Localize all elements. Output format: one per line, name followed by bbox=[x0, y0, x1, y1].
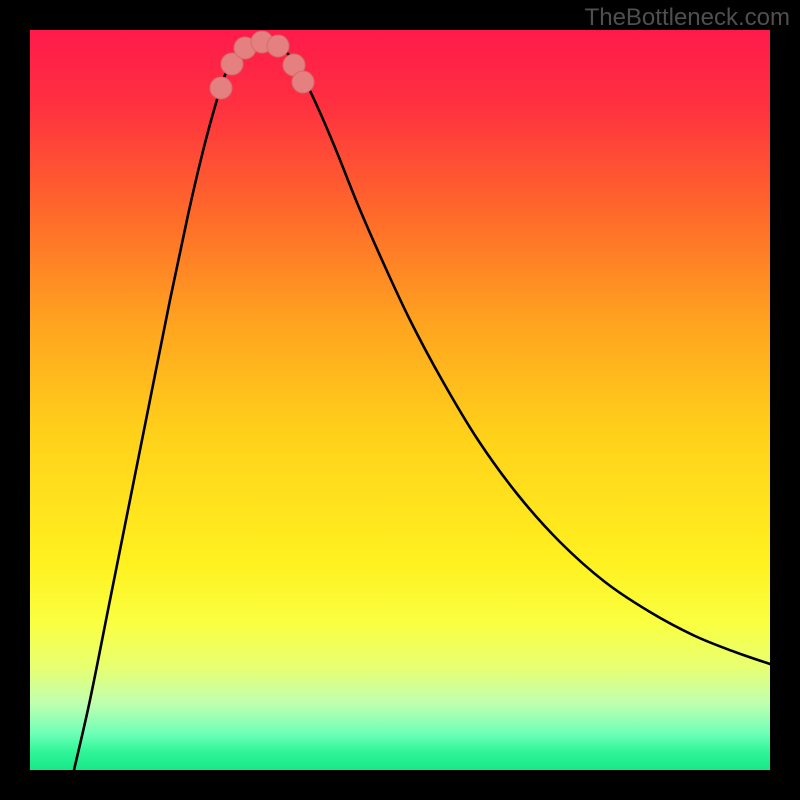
curve-marker bbox=[210, 77, 232, 99]
curve-marker bbox=[292, 71, 314, 93]
curve-marker bbox=[267, 35, 289, 57]
chart-frame: TheBottleneck.com bbox=[0, 0, 800, 800]
gradient-background bbox=[30, 30, 770, 770]
chart-svg bbox=[30, 30, 770, 770]
watermark-text: TheBottleneck.com bbox=[585, 4, 790, 32]
chart-plot-area bbox=[30, 30, 770, 770]
